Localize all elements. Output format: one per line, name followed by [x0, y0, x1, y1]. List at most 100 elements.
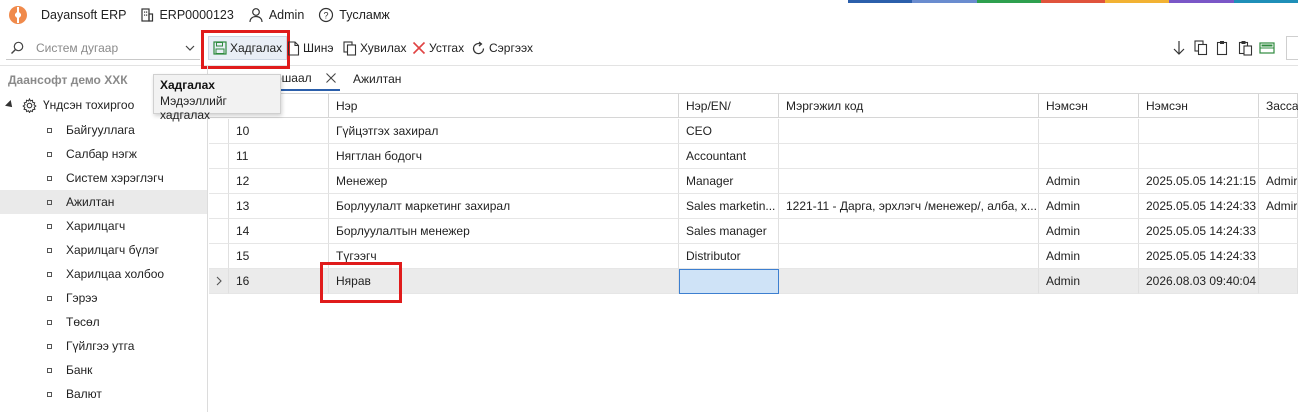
cell-edited-by[interactable]	[1259, 219, 1298, 244]
cell-added-at[interactable]	[1139, 119, 1259, 144]
cell-edited-by[interactable]	[1259, 144, 1298, 169]
sidebar-item[interactable]: Систем хэрэглэгч	[0, 166, 207, 190]
cell-name-en[interactable]: Manager	[679, 169, 779, 194]
cell-code[interactable]	[779, 119, 1039, 144]
expand-caret-icon[interactable]	[5, 100, 15, 110]
column-header[interactable]: Нэр	[329, 94, 679, 118]
sidebar-item[interactable]: Ажилтан	[0, 190, 207, 214]
tree-node-icon	[47, 391, 52, 397]
excel-button[interactable]	[1256, 41, 1278, 55]
delete-button[interactable]: Устгах	[412, 38, 464, 58]
cell-id[interactable]: 12	[229, 169, 329, 194]
cell-added-by[interactable]: Admin	[1039, 219, 1139, 244]
column-header[interactable]: Нэмсэн	[1139, 94, 1259, 118]
sidebar-item[interactable]: Харилцаа холбоо	[0, 262, 207, 286]
close-icon[interactable]	[324, 71, 338, 85]
row-header[interactable]	[209, 169, 229, 194]
cell-code[interactable]	[779, 244, 1039, 269]
sidebar-item[interactable]: Банк	[0, 358, 207, 382]
company-code[interactable]: ERP0000123	[140, 8, 234, 22]
cell-id[interactable]: 16	[229, 269, 329, 294]
cell-name-en[interactable]: Distributor	[679, 244, 779, 269]
cell-edited-by[interactable]: Admir	[1259, 169, 1298, 194]
cell-added-at[interactable]: 2025.05.05 14:24:33	[1139, 219, 1259, 244]
table-row[interactable]: 14 Борлуулалтын менежер Sales manager Admin…	[209, 219, 1298, 244]
row-header[interactable]	[209, 119, 229, 144]
table-row[interactable]: 10 Гүйцэтгэх захирал CEO	[209, 119, 1298, 144]
cell-name-en[interactable]: CEO	[679, 119, 779, 144]
cell-name[interactable]: Гүйцэтгэх захирал	[329, 119, 679, 144]
row-header[interactable]	[209, 244, 229, 269]
sidebar-item[interactable]: Харилцагч	[0, 214, 207, 238]
search-input[interactable]: Систем дугаар	[6, 36, 200, 60]
chevron-down-icon[interactable]	[184, 42, 196, 54]
table-row[interactable]: 11 Нягтлан бодогч Accountant	[209, 144, 1298, 169]
cell-code[interactable]	[779, 144, 1039, 169]
cell-added-by[interactable]: Admin	[1039, 244, 1139, 269]
cell-name[interactable]: Борлуулалтын менежер	[329, 219, 679, 244]
cell-added-by[interactable]	[1039, 144, 1139, 169]
user-menu[interactable]: Admin	[248, 7, 304, 23]
row-header[interactable]	[209, 144, 229, 169]
table-row[interactable]: 13 Борлуулалт маркетинг захирал Sales mark…	[209, 194, 1298, 219]
cell-added-by[interactable]: Admin	[1039, 194, 1139, 219]
cell-name-en[interactable]: Accountant	[679, 144, 779, 169]
sidebar-item[interactable]: Харилцагч бүлэг	[0, 238, 207, 262]
sidebar-item[interactable]: Төсөл	[0, 310, 207, 334]
cell-code[interactable]	[779, 269, 1039, 294]
cell-id[interactable]: 15	[229, 244, 329, 269]
cell-edited-by[interactable]: Admir	[1259, 194, 1298, 219]
cell-edited-by[interactable]	[1259, 119, 1298, 144]
cell-added-at[interactable]: 2025.05.05 14:24:33	[1139, 194, 1259, 219]
accent-swatch	[1105, 0, 1170, 3]
cell-code[interactable]	[779, 219, 1039, 244]
cell-added-at[interactable]: 2026.08.03 09:40:04	[1139, 269, 1259, 294]
row-header[interactable]	[209, 219, 229, 244]
download-button[interactable]	[1168, 40, 1190, 56]
sidebar-item[interactable]: Валют	[0, 382, 207, 406]
cell-added-at[interactable]: 2025.05.05 14:21:15	[1139, 169, 1259, 194]
new-file-icon	[287, 40, 300, 56]
column-header[interactable]: Нэр/EN/	[679, 94, 779, 118]
paste-button[interactable]	[1212, 40, 1234, 56]
sidebar-item[interactable]: Гүйлгээ утга	[0, 334, 207, 358]
cell-name-en[interactable]: Sales manager	[679, 219, 779, 244]
cell-id[interactable]: 13	[229, 194, 329, 219]
cell-added-at[interactable]: 2025.05.05 14:24:33	[1139, 244, 1259, 269]
cell-code[interactable]	[779, 169, 1039, 194]
tree-node-icon	[47, 199, 52, 205]
cell-name[interactable]: Нягтлан бодогч	[329, 144, 679, 169]
cell-added-by[interactable]	[1039, 119, 1139, 144]
erp-window: Dayansoft ERP ERP0000123 Admin ? Тусламж…	[0, 0, 1298, 412]
new-button[interactable]: Шинэ	[287, 38, 333, 58]
copy-button[interactable]: Хувилах	[343, 38, 407, 58]
table-row[interactable]: 12 Менежер Manager Admin 2025.05.05 14:21:15…	[209, 169, 1298, 194]
help-link[interactable]: ? Тусламж	[318, 7, 390, 23]
toolbar-overflow[interactable]	[1286, 36, 1298, 60]
cell-name[interactable]: Менежер	[329, 169, 679, 194]
cell-added-by[interactable]: Admin	[1039, 169, 1139, 194]
column-header[interactable]: Мэргэжил код	[779, 94, 1039, 118]
cell-id[interactable]: 11	[229, 144, 329, 169]
sidebar-item[interactable]: Салбар нэгж	[0, 142, 207, 166]
cell-added-at[interactable]	[1139, 144, 1259, 169]
column-header[interactable]: Нэмсэн	[1039, 94, 1139, 118]
cell-edited-by[interactable]	[1259, 269, 1298, 294]
cell-code[interactable]: 1221-11 - Дарга, эрхлэгч /менежер/, алба…	[779, 194, 1039, 219]
row-header[interactable]	[209, 269, 229, 294]
column-header[interactable]: Засса	[1259, 94, 1298, 118]
cell-edited-by[interactable]	[1259, 244, 1298, 269]
clipboard-button[interactable]	[1234, 40, 1256, 56]
row-header[interactable]	[209, 194, 229, 219]
cell-id[interactable]: 14	[229, 219, 329, 244]
cell-id[interactable]: 10	[229, 119, 329, 144]
sidebar-item[interactable]: Гэрээ	[0, 286, 207, 310]
user-name: Admin	[268, 8, 305, 22]
cell-name[interactable]: Борлуулалт маркетинг захирал	[329, 194, 679, 219]
tab-employee[interactable]: Ажилтан	[353, 66, 401, 91]
cell-added-by[interactable]: Admin	[1039, 269, 1139, 294]
cell-name-en[interactable]	[679, 269, 779, 294]
refresh-button[interactable]: Сэргээх	[471, 38, 533, 58]
cell-name-en[interactable]: Sales marketin...	[679, 194, 779, 219]
copy-doc-button[interactable]	[1190, 40, 1212, 56]
